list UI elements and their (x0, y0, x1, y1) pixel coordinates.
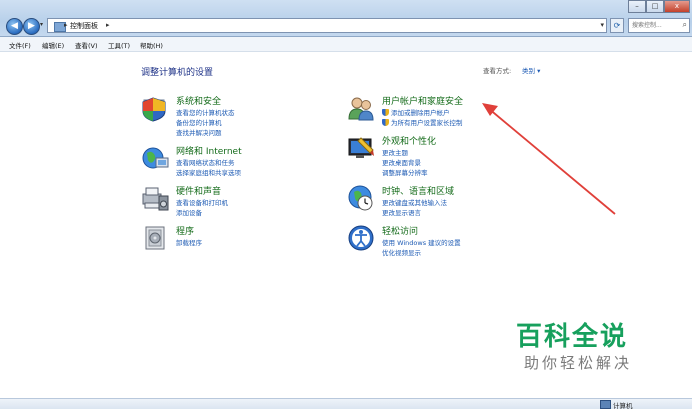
page-title: 调整计算机的设置 (141, 68, 214, 78)
annotation-arrow-icon (482, 103, 616, 215)
breadcrumb-separator-icon[interactable]: ▸ (106, 21, 110, 29)
refresh-button[interactable]: ⟳ (610, 18, 624, 33)
link-view-network-status[interactable]: 查看网络状态和任务 (176, 157, 235, 167)
link-view-computer-status[interactable]: 查看您的计算机状态 (176, 107, 235, 117)
category-title-appearance[interactable]: 外观和个性化 (382, 134, 436, 147)
link-add-device[interactable]: 添加设备 (176, 207, 202, 217)
category-programs: 程序 卸载程序 (141, 224, 341, 254)
watermark-title: 百科全说 (516, 322, 629, 352)
link-troubleshoot[interactable]: 查找并解决问题 (176, 127, 222, 137)
user-accounts-icon[interactable] (347, 94, 375, 122)
view-by-label: 查看方式: (483, 67, 512, 75)
status-text: 计算机 (613, 402, 633, 410)
menu-bar: 文件(F) 编辑(E) 查看(V) 工具(T) 帮助(H) (0, 37, 692, 52)
clock-language-icon[interactable] (347, 184, 375, 212)
menu-help[interactable]: 帮助(H) (140, 40, 163, 50)
link-windows-recommended-settings[interactable]: 使用 Windows 建议的设置 (382, 237, 461, 247)
network-icon[interactable] (141, 144, 169, 172)
status-bar: 计算机 (0, 398, 692, 410)
link-add-remove-users[interactable]: 添加或删除用户帐户 (382, 107, 450, 117)
minimize-button[interactable]: – (628, 0, 646, 13)
category-network: 网络和 Internet 查看网络状态和任务 选择家庭组和共享选项 (141, 144, 341, 180)
category-title-network[interactable]: 网络和 Internet (176, 144, 242, 157)
view-by-dropdown[interactable]: 类别 ▾ (522, 65, 540, 75)
close-button[interactable]: x (664, 0, 690, 13)
link-change-desktop-background[interactable]: 更改桌面背景 (382, 157, 421, 167)
category-title-ease-of-access[interactable]: 轻松访问 (382, 224, 418, 237)
category-title-system-security[interactable]: 系统和安全 (176, 94, 221, 107)
link-change-keyboard[interactable]: 更改键盘或其他输入法 (382, 197, 447, 207)
uac-shield-icon (382, 109, 389, 116)
link-backup-computer[interactable]: 备份您的计算机 (176, 117, 222, 127)
hardware-sound-icon[interactable] (141, 184, 169, 212)
category-title-hardware-sound[interactable]: 硬件和声音 (176, 184, 221, 197)
appearance-icon[interactable] (347, 134, 375, 162)
back-button[interactable]: ◀ (6, 18, 23, 35)
history-dropdown-icon[interactable]: ▾ (40, 21, 43, 28)
link-homegroup-sharing[interactable]: 选择家庭组和共享选项 (176, 167, 241, 177)
category-title-clock-language[interactable]: 时钟、语言和区域 (382, 184, 454, 197)
category-hardware-sound: 硬件和声音 查看设备和打印机 添加设备 (141, 184, 341, 220)
maximize-button[interactable]: □ (646, 0, 664, 13)
category-system-security: 系统和安全 查看您的计算机状态 备份您的计算机 查找并解决问题 (141, 94, 341, 142)
window-titlebar: – □ x ◀ ▶ ▾ ▸ 控制面板 ▸ ▾ ⟳ ⌕ (0, 0, 692, 37)
menu-tools[interactable]: 工具(T) (108, 40, 130, 50)
category-ease-of-access: 轻松访问 使用 Windows 建议的设置 优化视频显示 (347, 224, 547, 260)
link-optimize-visual-display[interactable]: 优化视频显示 (382, 247, 421, 257)
programs-icon[interactable] (141, 224, 169, 252)
link-adjust-resolution[interactable]: 调整屏幕分辨率 (382, 167, 428, 177)
menu-file[interactable]: 文件(F) (9, 40, 31, 50)
category-title-user-accounts[interactable]: 用户帐户和家庭安全 (382, 94, 463, 107)
menu-edit[interactable]: 编辑(E) (42, 40, 64, 50)
search-input[interactable] (632, 21, 678, 30)
link-uninstall-program[interactable]: 卸载程序 (176, 237, 202, 247)
forward-button[interactable]: ▶ (23, 18, 40, 35)
address-bar[interactable]: ▸ 控制面板 ▸ ▾ (47, 18, 607, 33)
address-dropdown-icon[interactable]: ▾ (600, 21, 604, 29)
category-title-programs[interactable]: 程序 (176, 224, 194, 237)
link-change-display-language[interactable]: 更改显示语言 (382, 207, 421, 217)
menu-view[interactable]: 查看(V) (75, 40, 98, 50)
link-parental-controls[interactable]: 为所有用户设置家长控制 (382, 117, 463, 127)
search-box[interactable]: ⌕ (628, 18, 690, 33)
link-devices-printers[interactable]: 查看设备和打印机 (176, 197, 228, 207)
ease-of-access-icon[interactable] (347, 224, 375, 252)
search-icon[interactable]: ⌕ (683, 20, 687, 30)
system-security-icon[interactable] (141, 94, 169, 122)
uac-shield-icon (382, 119, 389, 126)
breadcrumb-control-panel[interactable]: 控制面板 (70, 21, 98, 31)
watermark-subtitle: 助你轻松解决 (524, 354, 633, 372)
link-change-theme[interactable]: 更改主题 (382, 147, 408, 157)
breadcrumb-separator-icon: ▸ (64, 21, 68, 29)
